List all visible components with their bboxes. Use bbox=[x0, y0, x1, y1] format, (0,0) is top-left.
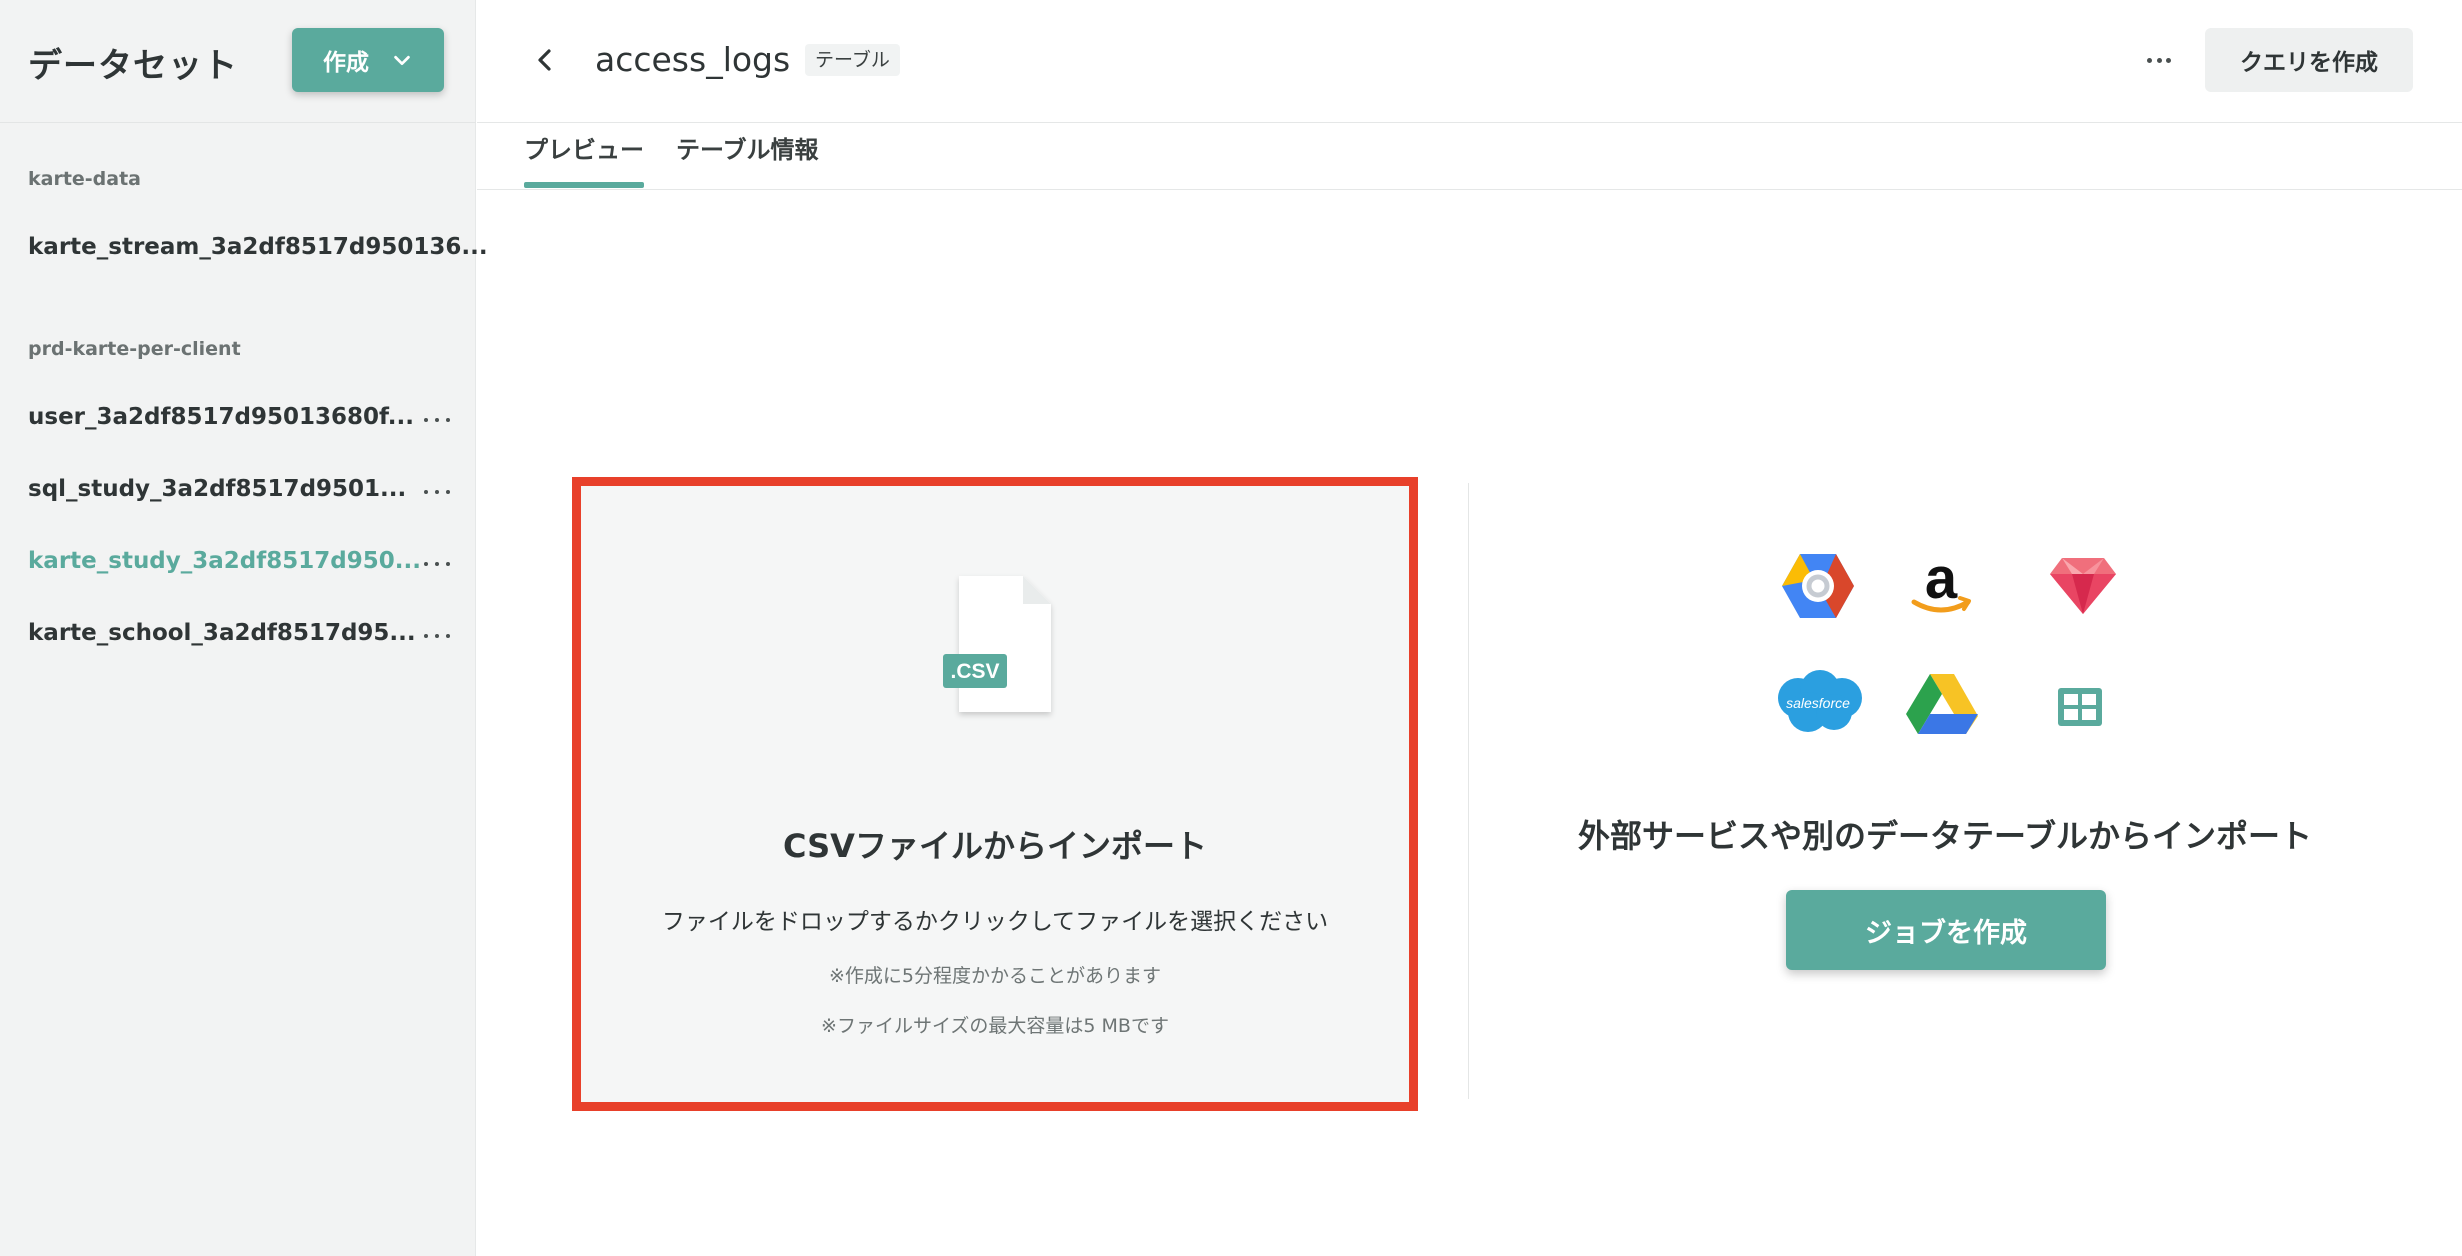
google-drive-icon bbox=[1906, 674, 1978, 734]
csv-file-icon: .CSV bbox=[943, 576, 1051, 712]
tab-table-info[interactable]: テーブル情報 bbox=[676, 130, 819, 165]
csv-import-dropzone[interactable]: .CSV CSVファイルからインポート ファイルをドロップするかクリックしてファ… bbox=[572, 477, 1418, 1111]
dataset-item[interactable]: sql_study_3a2df8517d9501... bbox=[28, 476, 406, 502]
back-arrow-icon[interactable] bbox=[529, 44, 561, 76]
dataset-item[interactable]: karte_stream_3a2df8517d950136... bbox=[28, 234, 488, 260]
dataset-item[interactable]: user_3a2df8517d95013680f... bbox=[28, 404, 414, 430]
create-job-button[interactable]: ジョブを作成 bbox=[1786, 890, 2106, 970]
chevron-down-icon bbox=[394, 55, 410, 66]
dataset-item-more-icon[interactable] bbox=[424, 482, 450, 502]
dataset-item-active[interactable]: karte_study_3a2df8517d950... bbox=[28, 548, 421, 574]
more-options-icon[interactable] bbox=[2143, 44, 2175, 76]
page-title: access_logs bbox=[595, 40, 791, 79]
sidebar-header: データセット 作成 bbox=[0, 0, 476, 123]
sidebar-title: データセット bbox=[28, 46, 238, 86]
create-query-button[interactable]: クエリを作成 bbox=[2205, 28, 2413, 92]
top-bar: access_logs テーブル クエリを作成 bbox=[477, 0, 2462, 123]
csv-import-description: ファイルをドロップするかクリックしてファイルを選択ください bbox=[661, 909, 1329, 935]
section-divider bbox=[1468, 483, 1469, 1099]
tab-bar: プレビュー テーブル情報 bbox=[477, 124, 2462, 190]
dataset-item-more-icon[interactable] bbox=[424, 626, 450, 646]
sidebar: データセット 作成 karte-data karte_stream_3a2df8… bbox=[0, 0, 488, 1256]
svg-text:a: a bbox=[1925, 552, 1958, 611]
table-type-badge: テーブル bbox=[805, 44, 900, 76]
table-icon bbox=[2058, 688, 2102, 726]
google-cloud-icon bbox=[1782, 554, 1854, 618]
salesforce-icon: salesforce bbox=[1778, 670, 1862, 732]
dataset-section-label: karte-data bbox=[28, 168, 142, 190]
salesforce-logo-text: salesforce bbox=[1786, 695, 1850, 711]
csv-import-note: ※作成に5分程度かかることがあります bbox=[828, 965, 1161, 987]
tab-preview[interactable]: プレビュー bbox=[524, 130, 644, 165]
active-tab-indicator bbox=[524, 182, 644, 188]
csv-import-note: ※ファイルサイズの最大容量は5 MBです bbox=[821, 1015, 1169, 1037]
dataset-item[interactable]: karte_school_3a2df8517d95... bbox=[28, 620, 416, 646]
dataset-section-label: prd-karte-per-client bbox=[28, 338, 241, 360]
external-import-title: 外部サービスや別のデータテーブルからインポート bbox=[1577, 817, 2313, 855]
create-button-label: 作成 bbox=[323, 50, 369, 76]
dataset-item-more-icon[interactable] bbox=[424, 410, 450, 430]
csv-import-title: CSVファイルからインポート bbox=[783, 827, 1207, 865]
create-button[interactable]: 作成 bbox=[292, 28, 444, 92]
ruby-gem-icon bbox=[2050, 558, 2116, 614]
amazon-icon: a bbox=[1911, 552, 1971, 613]
csv-badge-text: .CSV bbox=[950, 660, 999, 683]
dataset-item-more-icon[interactable] bbox=[424, 554, 450, 574]
